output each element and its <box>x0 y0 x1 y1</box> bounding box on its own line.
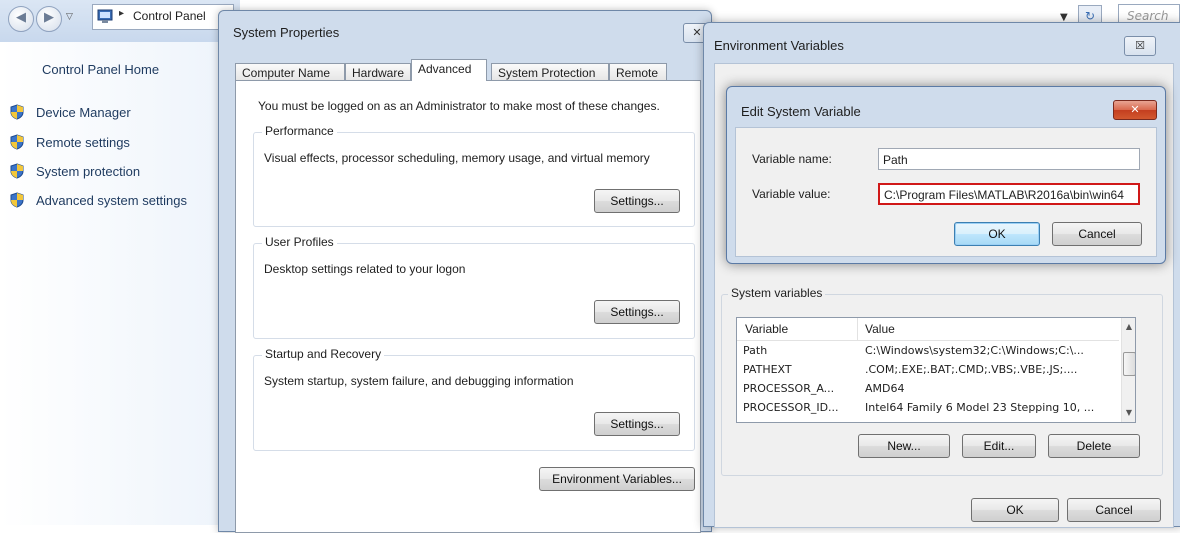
column-header-variable[interactable]: Variable <box>745 322 788 336</box>
user-profiles-group: User Profiles Desktop settings related t… <box>253 235 695 339</box>
edit-variable-body: Variable name: Path Variable value: C:\P… <box>735 127 1157 257</box>
tab-remote[interactable]: Remote <box>609 63 667 80</box>
group-title: Performance <box>262 124 337 138</box>
table-row[interactable]: PATHEXT .COM;.EXE;.BAT;.CMD;.VBS;.VBE;.J… <box>737 361 1119 380</box>
tab-system-protection[interactable]: System Protection <box>491 63 609 80</box>
table-row[interactable]: PROCESSOR_A... AMD64 <box>737 380 1119 399</box>
edit-variable-button[interactable]: Edit... <box>962 434 1036 458</box>
close-icon: ✕ <box>692 26 702 39</box>
dialog-title: System Properties <box>233 25 340 40</box>
tab-hardware[interactable]: Hardware <box>345 63 411 80</box>
cell-value: AMD64 <box>865 382 905 395</box>
user-profiles-settings-button[interactable]: Settings... <box>594 300 680 324</box>
task-label: Device Manager <box>36 105 131 120</box>
variable-name-field[interactable]: Path <box>878 148 1140 170</box>
forward-button[interactable]: ▶ <box>36 6 62 32</box>
system-variables-table[interactable]: Variable Value Path C:\Windows\system32;… <box>736 317 1136 423</box>
environment-variables-button[interactable]: Environment Variables... <box>539 467 695 491</box>
close-icon: ✕ <box>1130 103 1140 116</box>
cell-value: Intel64 Family 6 Model 23 Stepping 10, .… <box>865 401 1095 414</box>
new-variable-button[interactable]: New... <box>858 434 950 458</box>
group-title: System variables <box>728 286 826 300</box>
tab-advanced[interactable]: Advanced <box>411 59 487 81</box>
task-device-manager[interactable]: Device Manager <box>10 104 131 124</box>
edit-system-variable-dialog: Edit System Variable ✕ Variable name: Pa… <box>726 86 1166 264</box>
cancel-button[interactable]: Cancel <box>1052 222 1142 246</box>
uac-shield-icon <box>10 163 24 179</box>
scroll-down-icon[interactable]: ▼ <box>1122 406 1135 420</box>
delete-variable-button[interactable]: Delete <box>1048 434 1140 458</box>
recent-pages-chevron-icon[interactable]: ▽ <box>66 12 73 22</box>
control-panel-icon <box>97 9 113 23</box>
forward-arrow-icon: ▶ <box>44 10 54 25</box>
scroll-up-icon[interactable]: ▲ <box>1122 320 1135 334</box>
control-panel-sidebar: Control Panel Home Device Manager Remote… <box>0 42 224 525</box>
uac-shield-icon <box>10 192 24 208</box>
performance-group: Performance Visual effects, processor sc… <box>253 124 695 227</box>
back-arrow-icon: ◀ <box>16 10 26 25</box>
startup-recovery-settings-button[interactable]: Settings... <box>594 412 680 436</box>
breadcrumb-control-panel[interactable]: Control Panel <box>133 9 206 23</box>
close-button[interactable]: ✕ <box>1113 100 1157 120</box>
table-scrollbar[interactable]: ▲ ▼ <box>1121 318 1135 422</box>
task-label: Advanced system settings <box>36 193 188 208</box>
cell-variable: PATHEXT <box>743 363 792 376</box>
control-panel-toolbar: ◀ ▶ ▽ ▸ Control Panel <box>0 0 240 42</box>
table-row[interactable]: Path C:\Windows\system32;C:\Windows;C:\.… <box>737 342 1119 361</box>
group-description: System startup, system failure, and debu… <box>264 374 574 388</box>
group-title: Startup and Recovery <box>262 347 385 361</box>
variable-name-label: Variable name: <box>752 152 832 166</box>
table-row[interactable]: PROCESSOR_ID... Intel64 Family 6 Model 2… <box>737 399 1119 418</box>
task-label: Remote settings <box>36 135 130 150</box>
breadcrumb-separator-icon: ▸ <box>119 8 125 19</box>
ok-button[interactable]: OK <box>971 498 1059 522</box>
system-properties-dialog: System Properties ✕ Computer Name Hardwa… <box>218 10 712 533</box>
task-remote-settings[interactable]: Remote settings <box>10 134 130 154</box>
system-variables-group: System variables Variable Value Path C:\… <box>721 286 1163 476</box>
task-system-protection[interactable]: System protection <box>10 163 140 183</box>
cell-variable: Path <box>743 344 768 357</box>
uac-shield-icon <box>10 134 24 150</box>
cell-value: C:\Windows\system32;C:\Windows;C:\... <box>865 344 1084 357</box>
group-description: Visual effects, processor scheduling, me… <box>264 151 650 165</box>
column-header-value[interactable]: Value <box>865 322 895 336</box>
cell-variable: PROCESSOR_ID... <box>743 401 839 414</box>
dialog-title: Edit System Variable <box>741 104 861 119</box>
ok-button[interactable]: OK <box>954 222 1040 246</box>
control-panel-home-link[interactable]: Control Panel Home <box>42 62 159 77</box>
task-label: System protection <box>36 164 141 179</box>
advanced-tab-panel: You must be logged on as an Administrato… <box>235 80 701 533</box>
admin-notice: You must be logged on as an Administrato… <box>258 99 660 113</box>
close-button[interactable]: ☒ <box>1124 36 1156 56</box>
variable-value-label: Variable value: <box>752 187 831 201</box>
cell-value: .COM;.EXE;.BAT;.CMD;.VBS;.VBE;.JS;.... <box>865 363 1078 376</box>
uac-shield-icon <box>10 104 24 120</box>
cell-variable: PROCESSOR_A... <box>743 382 835 395</box>
address-bar[interactable]: ▸ Control Panel <box>92 4 234 30</box>
group-description: Desktop settings related to your logon <box>264 262 466 276</box>
variable-value-field[interactable]: C:\Program Files\MATLAB\R2016a\bin\win64 <box>878 183 1140 205</box>
close-icon: ☒ <box>1135 39 1145 52</box>
group-title: User Profiles <box>262 235 337 249</box>
table-header: Variable Value <box>737 318 1119 341</box>
scroll-thumb[interactable] <box>1123 352 1135 376</box>
back-button[interactable]: ◀ <box>8 6 34 32</box>
task-advanced-system-settings[interactable]: Advanced system settings <box>10 192 187 212</box>
dialog-title: Environment Variables <box>714 38 844 53</box>
performance-settings-button[interactable]: Settings... <box>594 189 680 213</box>
startup-recovery-group: Startup and Recovery System startup, sys… <box>253 347 695 451</box>
cancel-button[interactable]: Cancel <box>1067 498 1161 522</box>
tab-computer-name[interactable]: Computer Name <box>235 63 345 80</box>
